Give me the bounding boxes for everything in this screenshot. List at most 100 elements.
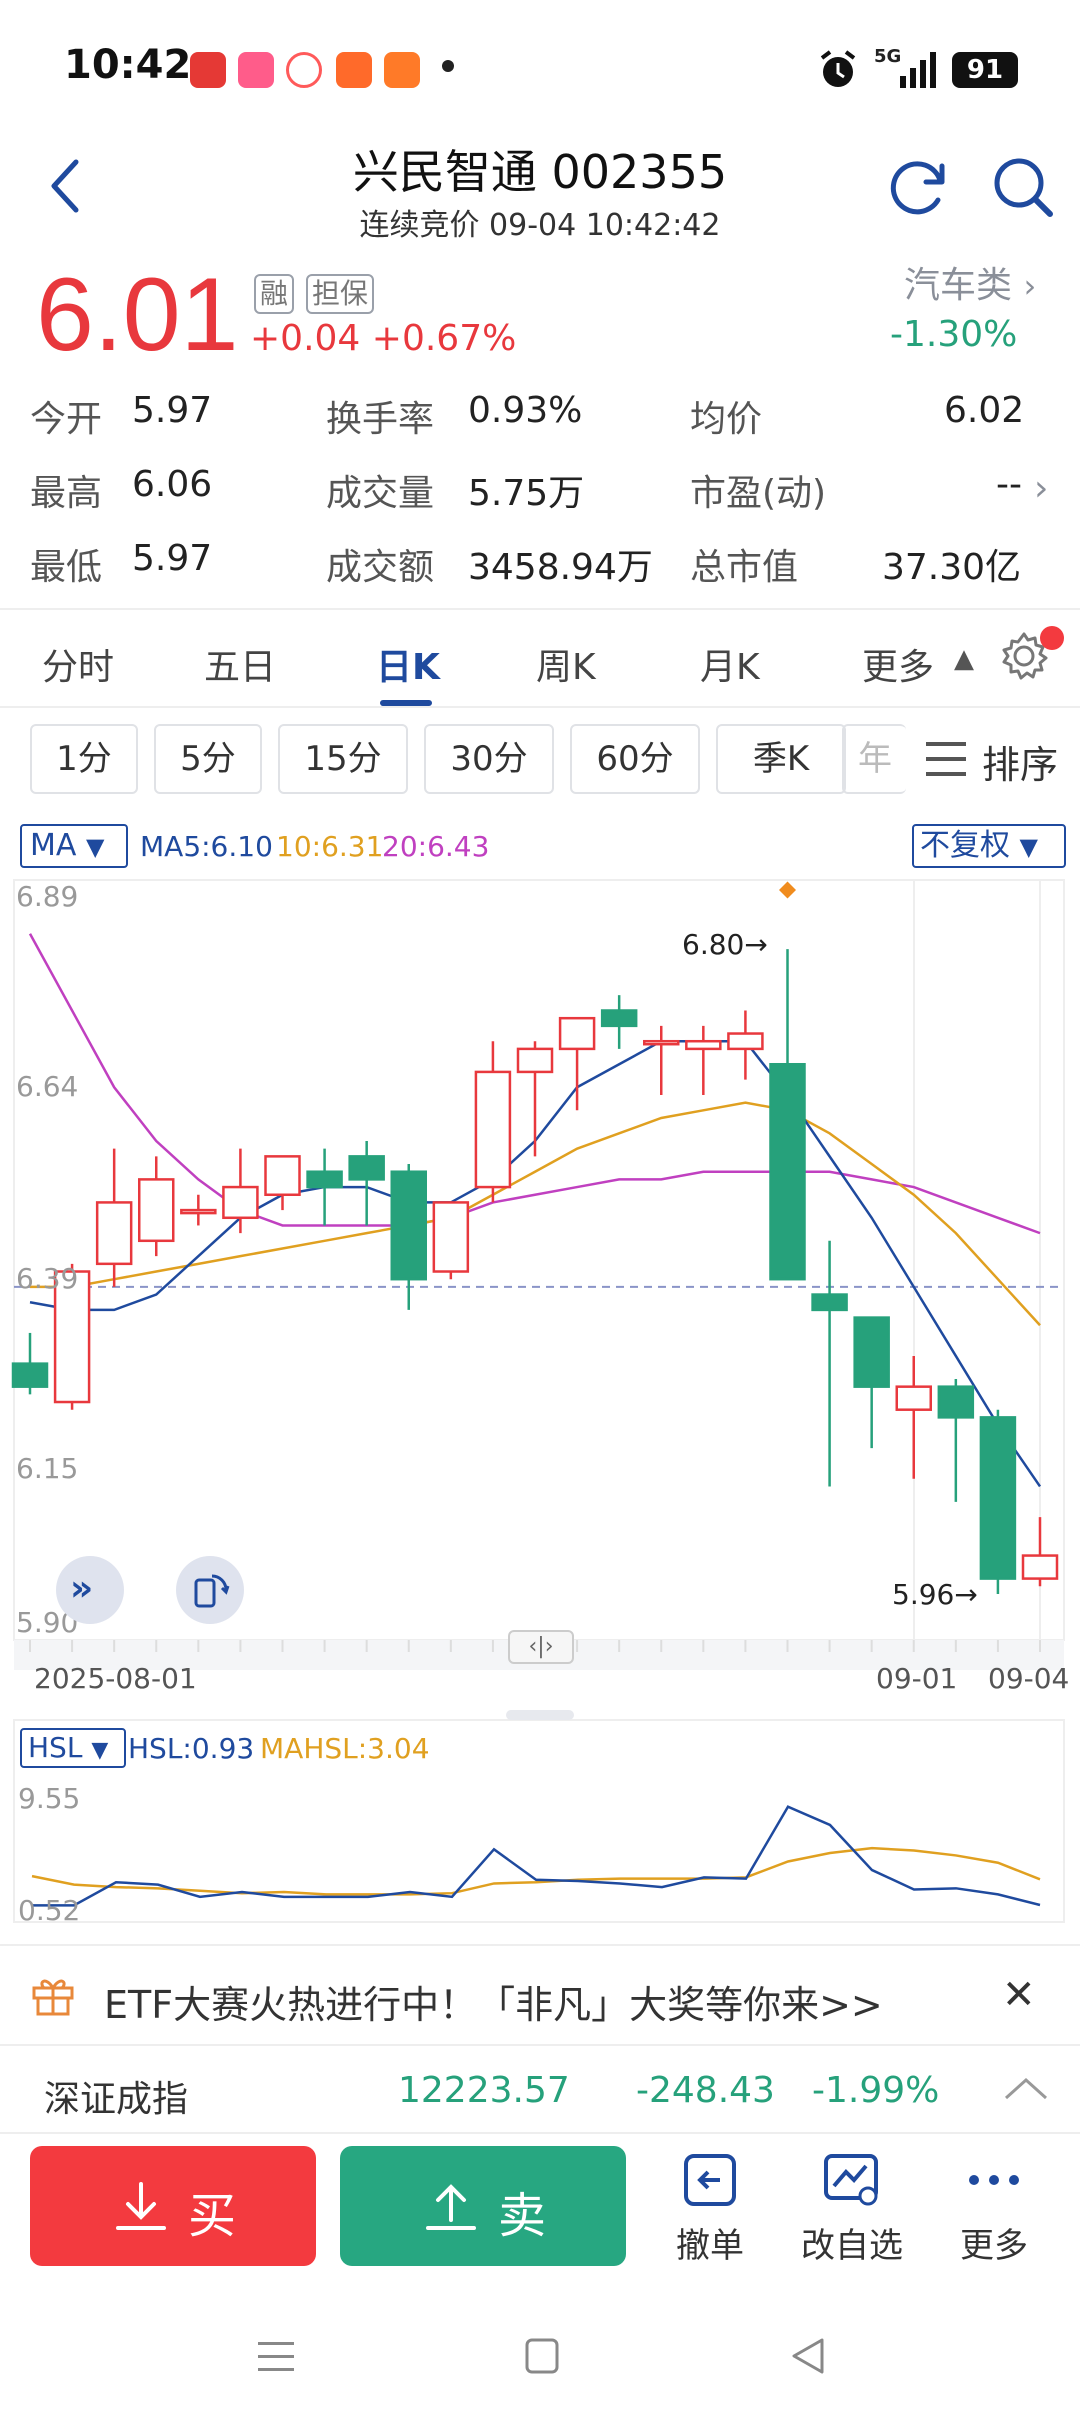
search-icon[interactable]: [986, 150, 1060, 224]
collateral-badge[interactable]: 担保: [306, 274, 375, 314]
margin-trading-badge[interactable]: 融: [254, 274, 295, 314]
price-change: +0.04 +0.67%: [250, 318, 516, 359]
caret-up-icon: ▲: [954, 644, 974, 674]
interval-5min[interactable]: 5分: [154, 724, 262, 794]
sell-arrow-icon: [426, 2184, 476, 2230]
candlesticks: [11, 881, 1059, 1594]
tab-daily-k[interactable]: 日K: [376, 638, 440, 690]
candle-body: [811, 1293, 848, 1312]
app-notification-icon: [384, 52, 420, 88]
tab-monthly-k[interactable]: 月K: [700, 638, 760, 690]
tab-five-day[interactable]: 五日: [204, 638, 276, 690]
app-notification-icon: [238, 52, 274, 88]
edit-watchlist-button[interactable]: 改自选: [792, 2150, 912, 2270]
stat-label: 今开: [30, 399, 103, 440]
tab-weekly-k[interactable]: 周K: [536, 638, 596, 690]
stat-label: 最低: [30, 547, 103, 588]
adjustment-label: 不复权: [920, 828, 1010, 863]
rotate-screen-button[interactable]: [176, 1556, 244, 1624]
status-time: 10:42: [64, 42, 192, 88]
drag-handle-code-icon[interactable]: ‹|›: [508, 1630, 574, 1664]
active-tab-indicator: [380, 700, 432, 706]
interval-year[interactable]: 年: [842, 724, 906, 794]
interval-1min[interactable]: 1分: [30, 724, 138, 794]
y-tick-label: 6.15: [16, 1452, 79, 1485]
buy-button[interactable]: 买: [30, 2146, 316, 2266]
interval-15min[interactable]: 15分: [278, 724, 408, 794]
adjustment-select[interactable]: 不复权 ▼: [912, 824, 1066, 868]
close-icon[interactable]: ✕: [1002, 1972, 1036, 2018]
kline-chart[interactable]: [0, 810, 1080, 1940]
candle-body: [643, 1039, 680, 1046]
sector-link[interactable]: 汽车类 ›: [904, 256, 1036, 308]
recent-apps-icon[interactable]: [256, 2338, 296, 2374]
sub-indicator-select[interactable]: HSL ▼: [20, 1728, 126, 1768]
back-nav-icon[interactable]: [788, 2336, 828, 2376]
cancel-order-button[interactable]: 撤单: [650, 2150, 770, 2270]
candle-body: [474, 1070, 512, 1189]
sector-change: -1.30%: [890, 314, 1018, 355]
promo-banner[interactable]: ETF大赛火热进行中！「非凡」大奖等你来>> ✕: [0, 1944, 1080, 2044]
stat-label: 最高: [30, 473, 103, 514]
expand-chart-button[interactable]: »: [56, 1556, 124, 1624]
rotate-icon: [194, 1574, 230, 1608]
stat-label: 成交额: [326, 547, 435, 588]
main-indicator-label: MA: [30, 828, 77, 863]
candle-body: [180, 1208, 217, 1215]
candle-body: [306, 1170, 343, 1189]
x-axis-start-date: 2025-08-01: [34, 1662, 197, 1695]
index-value: 12223.57: [398, 2070, 570, 2111]
interval-30min[interactable]: 30分: [424, 724, 554, 794]
candle-body: [390, 1170, 427, 1281]
candle-body: [853, 1316, 890, 1388]
sort-button[interactable]: 排序: [906, 722, 1080, 796]
dropdown-triangle-icon: ▼: [91, 1738, 109, 1763]
interval-60min[interactable]: 60分: [570, 724, 700, 794]
mahsl-line: [31, 1846, 1041, 1896]
gift-icon: [32, 1979, 74, 2016]
stat-label: 均价: [690, 399, 763, 440]
hsl-legend: HSL:0.93: [128, 1732, 255, 1765]
high-price-marker: 6.80→: [682, 928, 768, 961]
system-nav-bar: [0, 2300, 1080, 2412]
change-percent: +0.67%: [371, 318, 517, 359]
watchlist-chart-icon: [824, 2154, 878, 2206]
panel-resize-handle[interactable]: [506, 1710, 574, 1720]
stat-value: 5.97: [132, 390, 213, 431]
change-amount: +0.04: [250, 318, 361, 359]
interval-quarter[interactable]: 季K: [716, 724, 846, 794]
x-axis-date: 09-04: [988, 1662, 1070, 1695]
chevron-up-icon[interactable]: [1004, 2076, 1048, 2102]
sell-button[interactable]: 卖: [340, 2146, 626, 2266]
home-icon[interactable]: [524, 2336, 560, 2376]
candle-body: [937, 1385, 975, 1419]
buy-arrow-icon: [116, 2182, 166, 2230]
main-indicator-select[interactable]: MA ▼: [20, 824, 128, 868]
candle-body: [138, 1178, 175, 1243]
tab-more[interactable]: 更多: [862, 638, 934, 690]
chevron-right-icon: ›: [1023, 267, 1037, 305]
tab-intraday[interactable]: 分时: [42, 638, 114, 690]
index-change-percent: -1.99%: [812, 2070, 940, 2111]
stat-value: 6.02: [944, 390, 1025, 431]
candle-body: [264, 1155, 301, 1196]
menu-lines-icon: [926, 742, 966, 776]
index-ticker[interactable]: 深证成指 12223.57 -248.43 -1.99%: [0, 2044, 1080, 2134]
hsl-tick-label: 0.52: [18, 1894, 81, 1927]
dropdown-triangle-icon: ▼: [1019, 833, 1039, 861]
low-price-marker: 5.96→: [892, 1578, 978, 1611]
more-actions-label: 更多: [960, 2226, 1028, 2266]
ma10-legend: 10:6.31: [276, 830, 384, 863]
x-axis-date: 09-01: [876, 1662, 958, 1695]
period-tabs: 分时 五日 日K 周K 月K 更多 ▲: [0, 608, 1080, 708]
refresh-icon[interactable]: [880, 150, 954, 224]
index-change: -248.43: [636, 2070, 775, 2111]
stat-value: 6.06: [132, 464, 213, 505]
y-tick-label: 6.89: [16, 880, 79, 913]
stat-label: 成交量: [326, 473, 435, 514]
candle-body: [432, 1201, 470, 1273]
edit-watchlist-label: 改自选: [801, 2226, 903, 2266]
more-actions-button[interactable]: 更多: [934, 2150, 1054, 2270]
candle-body: [1021, 1554, 1059, 1580]
stat-label: 总市值: [690, 547, 799, 588]
